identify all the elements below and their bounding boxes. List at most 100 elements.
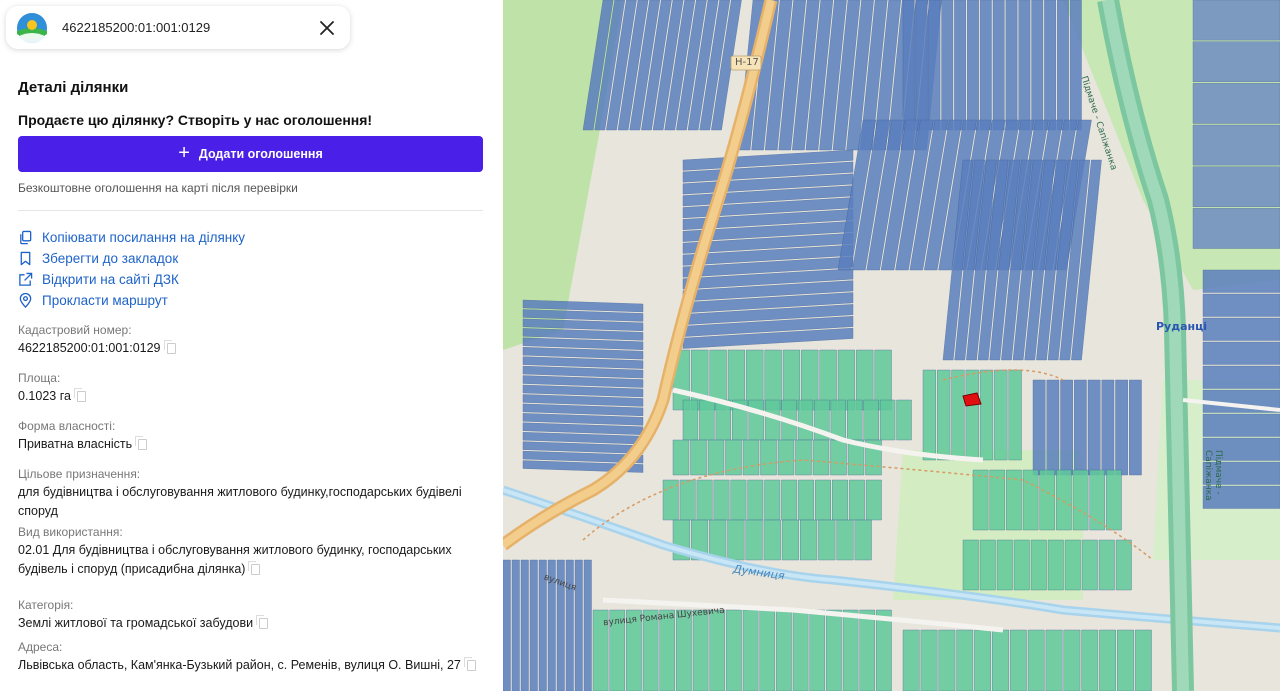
land-parcel [1045, 629, 1063, 691]
land-parcel [1192, 0, 1280, 41]
close-button[interactable] [316, 17, 338, 39]
land-parcel [800, 519, 818, 561]
field-cadastral-number: Кадастровий номер: 4622185200:01:001:012… [18, 321, 484, 369]
land-parcel [690, 439, 707, 476]
field-value: Землі житлової та громадської забудови [18, 614, 484, 633]
copy-link-action[interactable]: Копіювати посилання на ділянку [18, 227, 245, 248]
land-parcel [776, 609, 792, 691]
land-parcel [520, 559, 529, 691]
map-canvas[interactable] [503, 0, 1280, 691]
land-parcel [1009, 629, 1027, 691]
map-view[interactable]: Н-17 Руданці Думниця вулиця Романа Шухев… [503, 0, 1280, 691]
route-action[interactable]: Прокласти маршрут [18, 290, 245, 311]
land-parcel [574, 559, 583, 691]
land-parcel [1115, 539, 1132, 591]
land-parcel [1046, 379, 1060, 476]
external-link-icon [19, 272, 33, 286]
land-parcel [941, 0, 954, 131]
sell-prompt: Продаєте цю ділянку? Створіть у нас огол… [18, 112, 373, 128]
land-parcel [863, 399, 879, 441]
land-parcel [922, 369, 936, 461]
bookmark-action[interactable]: Зберегти до закладок [18, 248, 245, 269]
land-parcel [937, 369, 951, 461]
land-parcel [699, 399, 715, 441]
land-parcel [1106, 469, 1122, 531]
close-icon [320, 20, 334, 35]
field-purpose: Цільове призначення: для будівництва і о… [18, 465, 484, 523]
land-parcel [979, 0, 992, 131]
land-parcel [938, 629, 956, 691]
land-parcel [742, 439, 760, 476]
land-parcel [1005, 0, 1018, 131]
field-value: для будівництва і обслуговування житлово… [18, 483, 484, 521]
land-parcel [979, 369, 994, 461]
land-parcel [876, 609, 892, 691]
land-parcel [1057, 0, 1069, 131]
search-input[interactable]: 4622185200:01:001:0129 [62, 20, 316, 35]
field-value-text: 02.01 Для будівництва і обслуговування ж… [18, 543, 452, 576]
copy-icon[interactable] [135, 436, 148, 451]
land-parcel [896, 399, 912, 441]
land-parcel [529, 559, 538, 691]
land-parcel [1069, 0, 1082, 131]
copy-icon[interactable] [248, 561, 261, 576]
copy-icon[interactable] [463, 657, 476, 672]
field-usage-type: Вид використання: 02.01 Для будівництва … [18, 523, 484, 596]
land-parcel [1202, 293, 1280, 317]
field-area: Площа: 0.1023 га [18, 369, 484, 417]
land-parcel [1101, 379, 1115, 476]
map-pin-icon [19, 293, 32, 308]
land-parcel [1022, 469, 1039, 531]
land-parcel [1018, 0, 1031, 131]
copy-icon[interactable] [73, 388, 86, 403]
land-parcel [1202, 269, 1280, 293]
land-parcel [962, 539, 979, 591]
action-links: Копіювати посилання на ділянку Зберегти … [18, 227, 245, 311]
land-parcel [781, 519, 799, 561]
field-ownership: Форма власності: Приватна власність [18, 417, 484, 465]
land-parcel [1202, 341, 1280, 365]
land-parcel [1081, 629, 1099, 691]
land-parcel [692, 609, 709, 691]
copy-icon[interactable] [256, 615, 269, 630]
land-parcel [920, 629, 938, 691]
plus-icon: + [178, 142, 190, 164]
land-parcel [979, 539, 996, 591]
land-parcel [1008, 369, 1022, 461]
land-parcel [1030, 539, 1047, 591]
free-listing-note: Безкоштовне оголошення на карті після пе… [18, 181, 298, 195]
land-parcel [1129, 379, 1142, 476]
add-listing-button[interactable]: + Додати оголошення [18, 136, 483, 172]
land-parcel [1081, 539, 1098, 591]
land-parcel [1074, 379, 1087, 476]
land-parcel [1039, 469, 1056, 531]
land-parcel [854, 519, 872, 561]
land-parcel [847, 399, 863, 441]
field-value: 4622185200:01:001:0129 [18, 339, 484, 358]
land-parcel [879, 399, 896, 441]
land-parcel [996, 539, 1013, 591]
land-parcel [1087, 379, 1101, 476]
land-parcel [865, 479, 882, 521]
land-parcel [1027, 629, 1045, 691]
open-dzk-action[interactable]: Відкрити на сайті ДЗК [18, 269, 245, 290]
land-parcel [1192, 166, 1280, 208]
copy-icon[interactable] [163, 340, 176, 355]
land-parcel [713, 479, 730, 521]
land-parcel [1032, 379, 1046, 476]
land-parcel [682, 399, 699, 441]
land-parcel [972, 469, 989, 531]
field-value-text: 4622185200:01:001:0129 [18, 341, 161, 355]
land-parcel [994, 369, 1008, 461]
land-parcel [826, 609, 842, 691]
land-parcel [1098, 539, 1115, 591]
search-card: 4622185200:01:001:0129 [6, 6, 350, 49]
land-parcel [795, 439, 812, 476]
field-label: Категорія: [18, 598, 74, 612]
field-value-text: Приватна власність [18, 437, 133, 451]
land-parcel [797, 399, 814, 441]
logo-icon [17, 12, 47, 43]
land-parcel [818, 519, 836, 561]
village-label: Руданці [1156, 320, 1208, 333]
land-parcel [1044, 0, 1056, 131]
